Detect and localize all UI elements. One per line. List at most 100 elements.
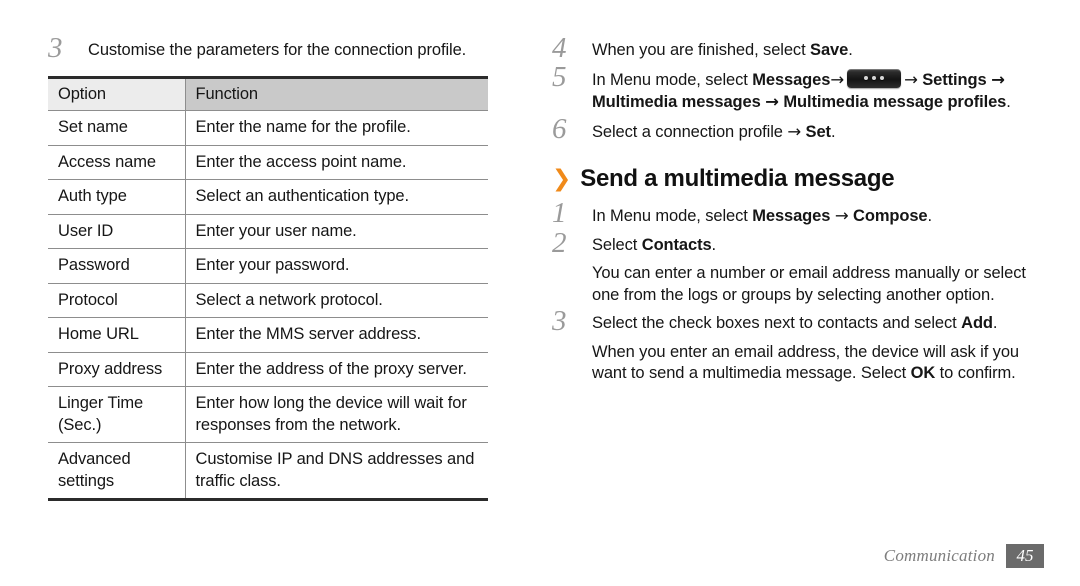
table-row: Advanced settings Customise IP and DNS a… (48, 442, 488, 501)
page-number-badge: 45 (1006, 544, 1044, 568)
step-number: 6 (552, 112, 567, 145)
arrow-glyph: → (830, 69, 845, 89)
step-3-right: 3 Select the check boxes next to contact… (552, 307, 1044, 336)
cell-option: Protocol (48, 283, 186, 318)
right-column: 4 When you are finished, select Save. 5 … (552, 34, 1044, 392)
cell-function: Enter the name for the profile. (185, 110, 488, 146)
arrow-glyph: → (991, 69, 1005, 89)
table-row: Proxy address Enter the address of the p… (48, 352, 488, 387)
step-3-note: When you enter an email address, the dev… (552, 342, 1044, 385)
manual-page: 3 Customise the parameters for the conne… (0, 0, 1080, 586)
step-number: 4 (552, 32, 567, 64)
note-suffix: to confirm. (935, 364, 1016, 382)
cell-option: Linger Time (Sec.) (48, 386, 186, 443)
cell-option: Password (48, 248, 186, 284)
step-2-note: You can enter a number or email address … (592, 264, 1026, 304)
table-row: Home URL Enter the MMS server address. (48, 317, 488, 353)
step-emphasis-settings: Settings (922, 70, 987, 89)
dot-icon (864, 76, 869, 80)
cell-function: Enter the access point name. (185, 145, 488, 180)
table-row: User ID Enter your user name. (48, 214, 488, 249)
arrow-glyph: → (904, 69, 918, 89)
step-text: In Menu mode, select Messages→ → Settings… (592, 68, 1011, 111)
cell-option: Home URL (48, 317, 186, 353)
step-3-left: 3 Customise the parameters for the conne… (48, 34, 538, 63)
step-text-prefix: Select the check boxes next to contacts … (592, 314, 962, 332)
step-text-prefix: Select (592, 235, 642, 254)
step-1: 1 In Menu mode, select Messages → Compos… (552, 199, 1044, 228)
note-emphasis-ok: OK (910, 364, 936, 382)
step-4: 4 When you are finished, select Save. (552, 34, 1044, 63)
step-text-prefix: When you are finished, select (592, 41, 811, 59)
dot-icon (872, 76, 877, 80)
left-column: 3 Customise the parameters for the conne… (48, 34, 538, 501)
step-number: 3 (552, 305, 567, 337)
section-title: Send a multimedia message (580, 165, 895, 192)
column-header-function: Function (185, 75, 488, 111)
arrow-glyph: → (765, 92, 779, 111)
step-emphasis-multimedia-messages: Multimedia messages (592, 93, 761, 111)
step-text-prefix: Select a connection profile (592, 122, 788, 141)
step-2: 2 Select Contacts. (552, 228, 1044, 257)
cell-function: Enter the address of the proxy server. (185, 352, 488, 387)
cell-option: Proxy address (48, 352, 186, 387)
cell-option: Set name (48, 110, 186, 146)
step-number: 5 (552, 60, 567, 93)
page-footer: Communication 45 (884, 544, 1044, 568)
step-number: 1 (552, 197, 567, 229)
cell-option: Auth type (48, 179, 186, 215)
cell-function: Enter the MMS server address. (185, 317, 488, 353)
cell-function: Customise IP and DNS addresses and traff… (185, 442, 488, 501)
step-6: 6 Select a connection profile → Set. (552, 114, 1044, 143)
step-5: 5 In Menu mode, select Messages→ → Settin… (552, 62, 1044, 114)
step-emphasis-contacts: Contacts (641, 235, 712, 254)
table-body: Set name Enter the name for the profile.… (48, 110, 488, 501)
more-options-key-icon[interactable] (847, 68, 902, 88)
step-text: Customise the parameters for the connect… (88, 41, 467, 59)
cell-function: Select a network protocol. (185, 283, 488, 318)
step-emphasis-save: Save (810, 41, 849, 59)
step-text: Select Contacts. (592, 236, 716, 254)
section-heading: ❯ Send a multimedia message (552, 165, 1044, 193)
step-text-prefix: In Menu mode, select (592, 70, 753, 89)
arrow-glyph: → (787, 121, 802, 141)
step-text-suffix: . (1006, 93, 1011, 111)
dot-icon (880, 76, 885, 80)
cell-function: Enter your user name. (185, 214, 488, 249)
step-text-suffix: . (848, 41, 853, 59)
cell-option: Access name (48, 145, 186, 180)
table-row: Password Enter your password. (48, 248, 488, 284)
chevron-right-icon: ❯ (552, 166, 572, 192)
step-text-suffix: . (830, 122, 836, 141)
step-emphasis-set: Set (805, 122, 831, 141)
cell-function: Enter your password. (185, 248, 488, 284)
table-row: Linger Time (Sec.) Enter how long the de… (48, 386, 488, 443)
step-text-suffix: . (927, 207, 933, 225)
table-header-row: Option Function (48, 75, 488, 111)
step-text-prefix: In Menu mode, select (592, 207, 753, 225)
step-text: Select a connection profile → Set. (592, 121, 836, 141)
column-header-option: Option (48, 75, 186, 111)
step-text-suffix: . (711, 235, 717, 254)
step-text: In Menu mode, select Messages → Compose. (592, 206, 933, 225)
step-emphasis-messages: Messages (752, 70, 831, 89)
footer-chapter-label: Communication (883, 546, 995, 565)
connection-profile-parameters-table: Option Function Set name Enter the name … (48, 75, 488, 501)
table-row: Access name Enter the access point name. (48, 145, 488, 180)
step-number: 3 (48, 32, 63, 64)
step-text: When you are finished, select Save. (592, 41, 853, 59)
cell-option: Advanced settings (48, 442, 186, 501)
step-emphasis-messages: Messages (752, 207, 831, 225)
cell-option: User ID (48, 214, 186, 249)
table-row: Auth type Select an authentication type. (48, 179, 488, 215)
step-text-suffix: . (992, 314, 998, 332)
table-row: Set name Enter the name for the profile. (48, 110, 488, 146)
step-text: Select the check boxes next to contacts … (592, 314, 998, 332)
arrow-glyph: → (834, 206, 849, 225)
cell-function: Enter how long the device will wait for … (185, 386, 488, 443)
cell-function: Select an authentication type. (185, 179, 488, 215)
step-emphasis-mms-profiles: Multimedia message profiles (783, 93, 1007, 111)
step-emphasis-compose: Compose (853, 207, 928, 225)
step-number: 2 (552, 226, 567, 259)
step-emphasis-add: Add (961, 314, 993, 332)
